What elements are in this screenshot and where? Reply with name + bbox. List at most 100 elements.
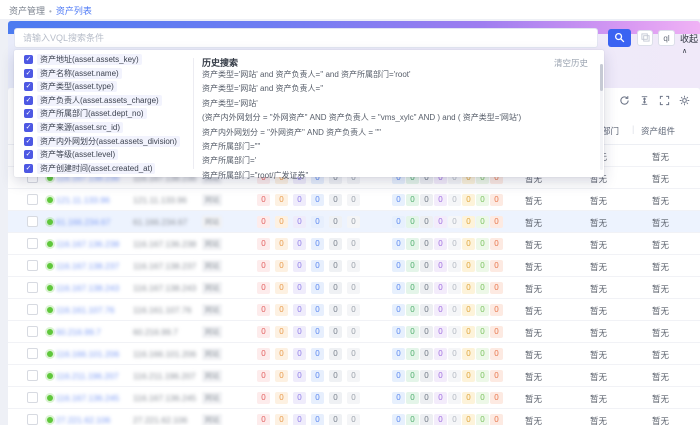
refresh-icon[interactable] (619, 95, 630, 106)
count-badge: 0 (434, 260, 447, 272)
count-badge: 0 (293, 260, 306, 272)
row-checkbox[interactable] (27, 326, 38, 337)
field-option[interactable]: ✓资产名称(asset.name) (24, 67, 122, 80)
field-option[interactable]: ✓资产地址(asset.assets_key) (24, 53, 142, 66)
breadcrumb-section[interactable]: 资产管理 (9, 6, 45, 16)
asset-link[interactable]: 116.167.136.245 (56, 393, 119, 403)
field-option[interactable]: ✓资产来源(asset.src_id) (24, 121, 123, 134)
count-badge: 0 (490, 216, 503, 228)
count-badge: 0 (257, 238, 270, 250)
checkbox-checked-icon[interactable]: ✓ (24, 96, 33, 105)
history-item[interactable]: 资产类型='网站' and 资产负责人='' (202, 83, 582, 96)
badge-group-ports: 00000000 (392, 216, 503, 228)
search-button[interactable] (608, 29, 631, 47)
table-row[interactable]: 60.216.99.760.216.99.7网站00000000000000暂无… (8, 321, 700, 343)
field-option-label: 资产内外网划分(asset.assets_division) (37, 136, 180, 147)
asset-link[interactable]: 121.11.133.96 (56, 195, 110, 205)
row-checkbox[interactable] (27, 348, 38, 359)
count-badge: 0 (329, 216, 342, 228)
table-row[interactable]: 116.161.107.76116.161.107.76网站0000000000… (8, 299, 700, 321)
department-value: 暂无 (590, 349, 607, 361)
row-checkbox[interactable] (27, 392, 38, 403)
breadcrumb-current[interactable]: 资产列表 (56, 6, 92, 16)
count-badge: 0 (275, 348, 288, 360)
history-item[interactable]: 资产内外网划分 = "外网资产" AND 资产负责人 = "" (202, 127, 582, 140)
asset-ip: 27.221.62.106 (133, 415, 187, 425)
count-badge: 0 (406, 370, 419, 382)
row-checkbox[interactable] (27, 304, 38, 315)
count-badge: 0 (462, 370, 475, 382)
field-option[interactable]: ✓资产负责人(asset.assets_charge) (24, 94, 162, 107)
badge-group-ports: 00000000 (392, 326, 503, 338)
history-item[interactable]: (资产内外网划分 = "外网资产" AND 资产负责人 = "vms_xylc"… (202, 112, 582, 125)
vql-mode-button[interactable]: ql (658, 30, 675, 46)
table-row[interactable]: 121.11.133.96121.11.133.96网站000000000000… (8, 189, 700, 211)
clear-history-button[interactable]: 清空历史 (554, 57, 588, 69)
asset-link[interactable]: 27.221.62.106 (56, 415, 110, 425)
checkbox-checked-icon[interactable]: ✓ (24, 82, 33, 91)
count-badge: 0 (311, 216, 324, 228)
row-checkbox[interactable] (27, 282, 38, 293)
search-input[interactable] (14, 28, 598, 48)
count-badge: 0 (448, 326, 461, 338)
checkbox-checked-icon[interactable]: ✓ (24, 69, 33, 78)
history-item[interactable]: 资产所属部门="root/广发证券" (202, 170, 582, 183)
header-component[interactable]: 资产组件 (641, 125, 675, 137)
count-badge: 0 (406, 392, 419, 404)
asset-link[interactable]: 116.166.101.206 (56, 349, 119, 359)
field-option[interactable]: ✓ 资产内外网划分(asset.assets_division) (24, 135, 180, 148)
checkbox-checked-icon[interactable]: ✓ (24, 55, 33, 64)
row-checkbox[interactable] (27, 216, 38, 227)
table-row[interactable]: 116.167.136.238116.167.136.238网站00000000… (8, 233, 700, 255)
field-option[interactable]: ✓资产创建时间(asset.created_at) (24, 162, 155, 175)
checkbox-checked-icon[interactable]: ✓ (24, 123, 33, 132)
row-checkbox[interactable] (27, 194, 38, 205)
asset-link[interactable]: 116.211.196.207 (56, 371, 119, 381)
table-row[interactable]: 116.167.138.237116.167.138.237网站00000000… (8, 255, 700, 277)
count-badge: 0 (406, 304, 419, 316)
asset-link[interactable]: 116.167.136.238 (56, 239, 119, 249)
component-value: 暂无 (652, 327, 669, 339)
history-item[interactable]: 资产类型='网站' and 资产负责人='' and 资产所属部门='root' (202, 69, 582, 82)
asset-type-tag: 网站 (202, 414, 222, 425)
history-item[interactable]: 资产类型='网站' (202, 98, 582, 111)
copy-query-button[interactable] (637, 30, 653, 46)
asset-link[interactable]: 61.166.234.67 (56, 217, 110, 227)
history-item[interactable]: 资产所属部门="" (202, 141, 582, 154)
count-badge: 0 (420, 370, 433, 382)
count-badge: 0 (462, 414, 475, 425)
table-row[interactable]: 116.167.138.243116.167.138.243网站00000000… (8, 277, 700, 299)
collapse-toggle[interactable]: 收起∧ (680, 32, 700, 55)
field-option[interactable]: ✓资产类型(asset.type) (24, 80, 117, 93)
asset-link[interactable]: 60.216.99.7 (56, 327, 101, 337)
table-row[interactable]: 116.166.101.206116.166.101.206网站00000000… (8, 343, 700, 365)
checkbox-checked-icon[interactable]: ✓ (24, 164, 33, 173)
row-checkbox[interactable] (27, 414, 38, 425)
field-option[interactable]: ✓资产所属部门(asset.dept_no) (24, 107, 147, 120)
count-badge: 0 (293, 414, 306, 425)
row-checkbox[interactable] (27, 260, 38, 271)
checkbox-checked-icon[interactable]: ✓ (24, 137, 33, 146)
count-badge: 0 (420, 348, 433, 360)
search-icon (614, 31, 625, 46)
asset-link[interactable]: 116.167.138.243 (56, 283, 119, 293)
badge-group-ports: 00000000 (392, 260, 503, 272)
table-row[interactable]: 27.221.62.10627.221.62.106网站000000000000… (8, 409, 700, 425)
asset-link[interactable]: 116.167.138.237 (56, 261, 119, 271)
column-settings-icon[interactable] (679, 95, 690, 106)
table-row[interactable]: 116.211.196.207116.211.196.207网站00000000… (8, 365, 700, 387)
asset-link[interactable]: 116.161.107.76 (56, 305, 114, 315)
row-checkbox[interactable] (27, 370, 38, 381)
field-option[interactable]: ✓资产等级(asset.level) (24, 148, 118, 161)
row-checkbox[interactable] (27, 238, 38, 249)
copy-icon (641, 29, 650, 47)
table-row[interactable]: 116.167.136.245116.167.136.245网站00000000… (8, 387, 700, 409)
row-density-icon[interactable] (639, 95, 650, 106)
checkbox-checked-icon[interactable]: ✓ (24, 109, 33, 118)
fullscreen-icon[interactable] (659, 95, 670, 106)
history-item[interactable]: 资产所属部门=' (202, 155, 582, 168)
checkbox-checked-icon[interactable]: ✓ (24, 150, 33, 159)
dropdown-scrollbar-thumb[interactable] (600, 64, 603, 91)
count-badge: 0 (476, 282, 489, 294)
table-row[interactable]: 61.166.234.6761.166.234.67网站000000000000… (8, 211, 700, 233)
